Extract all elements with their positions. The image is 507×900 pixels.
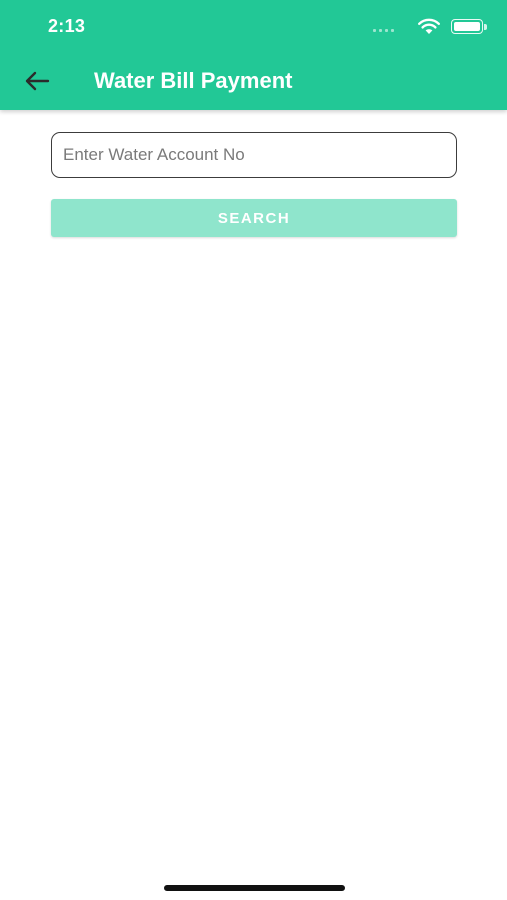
water-account-number-input[interactable]: [51, 132, 457, 178]
home-indicator: [164, 885, 345, 891]
water-bill-payment-screen: 2:13 Water Bill Payment Enter Water Acco…: [0, 0, 507, 900]
arrow-left-icon: [25, 71, 50, 91]
cellular-signal-icon: [373, 22, 395, 32]
battery-icon: [451, 19, 487, 34]
back-button[interactable]: [20, 64, 54, 98]
app-header: 2:13 Water Bill Payment: [0, 0, 507, 110]
search-button[interactable]: SEARCH: [51, 199, 457, 237]
wifi-icon: [418, 18, 440, 34]
status-time: 2:13: [48, 16, 86, 36]
page-title: Water Bill Payment: [94, 68, 293, 93]
